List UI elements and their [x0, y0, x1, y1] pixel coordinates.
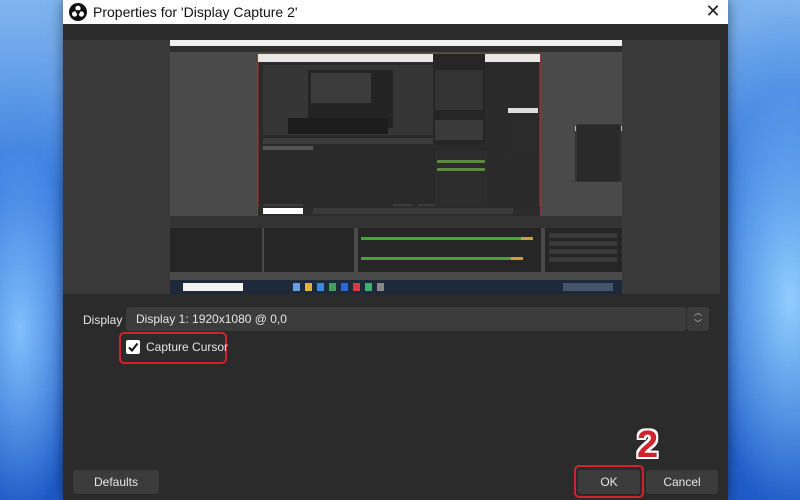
cancel-button[interactable]: Cancel	[646, 470, 718, 494]
properties-dialog: Properties for 'Display Capture 2' ✕ Dis…	[63, 0, 728, 500]
capture-preview	[63, 40, 720, 294]
title-bar: Properties for 'Display Capture 2' ✕	[63, 0, 728, 24]
checkmark-icon	[128, 342, 139, 353]
capture-cursor-label: Capture Cursor	[146, 340, 229, 354]
display-select-value: Display 1: 1920x1080 @ 0,0	[136, 312, 287, 326]
chevron-up-icon: ︿	[694, 308, 702, 317]
chevron-down-icon: ﹀	[694, 319, 702, 328]
defaults-button[interactable]: Defaults	[73, 470, 159, 494]
step-number-badge: 2	[637, 424, 659, 466]
display-select[interactable]: Display 1: 1920x1080 @ 0,0	[126, 307, 686, 331]
window-title: Properties for 'Display Capture 2'	[93, 4, 298, 20]
close-button[interactable]: ✕	[698, 0, 728, 24]
obs-icon	[69, 3, 87, 21]
ok-highlight	[574, 465, 644, 498]
display-select-spinner[interactable]: ︿ ﹀	[687, 307, 709, 331]
preview-screen-image	[170, 40, 622, 294]
display-label: Display	[83, 313, 123, 327]
capture-cursor-checkbox[interactable]	[126, 340, 140, 354]
